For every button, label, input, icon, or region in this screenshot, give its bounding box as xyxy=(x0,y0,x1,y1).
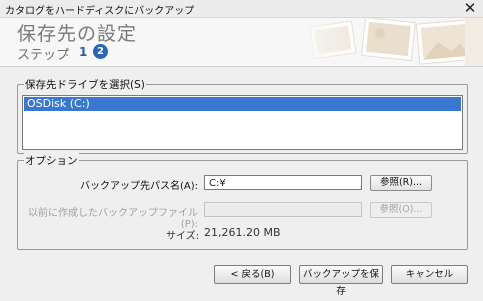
browse-previous-button[interactable]: 参照(O)... xyxy=(370,202,432,218)
step-label: ステップ xyxy=(17,48,70,63)
previous-backup-file-input[interactable] xyxy=(204,202,362,217)
browse-button[interactable]: 参照(R)... xyxy=(370,175,432,191)
options-group: オプション バックアップ先パス名(A): C:¥ 参照(R)... 以前に作成し… xyxy=(17,153,468,250)
window-title: カタログをハードディスクにバックアップ xyxy=(5,6,195,17)
size-value: 21,261.20 MB xyxy=(204,226,281,239)
header-divider xyxy=(0,66,483,67)
close-icon[interactable]: ✕ xyxy=(463,0,477,17)
step-separator: : xyxy=(65,45,70,59)
size-label: サイズ: xyxy=(166,231,200,242)
drive-item-osdisk[interactable]: OSDisk (C:) xyxy=(24,97,461,111)
back-button[interactable]: < 戻る(B) xyxy=(214,265,291,284)
step-2-indicator: 2 xyxy=(93,44,108,59)
options-legend: オプション xyxy=(24,153,79,168)
save-backup-button[interactable]: バックアップを保存 xyxy=(299,265,383,297)
step-1-indicator: 1 xyxy=(79,45,88,59)
page-title: 保存先の設定 xyxy=(17,23,138,45)
backup-path-label: バックアップ先パス名(A): xyxy=(79,181,198,192)
cancel-button[interactable]: キャンセル xyxy=(391,265,468,284)
drive-selection-group: 保存先ドライブを選択(S) OSDisk (C:) xyxy=(17,77,468,154)
drive-list[interactable]: OSDisk (C:) xyxy=(22,95,463,150)
drive-selection-legend: 保存先ドライブを選択(S) xyxy=(24,77,146,92)
header-photos-decoration xyxy=(293,18,483,66)
wizard-header: 保存先の設定 ステップ : 1 2 xyxy=(0,18,483,66)
backup-path-input[interactable]: C:¥ xyxy=(204,175,362,190)
title-bar: カタログをハードディスクにバックアップ ✕ xyxy=(0,0,483,18)
